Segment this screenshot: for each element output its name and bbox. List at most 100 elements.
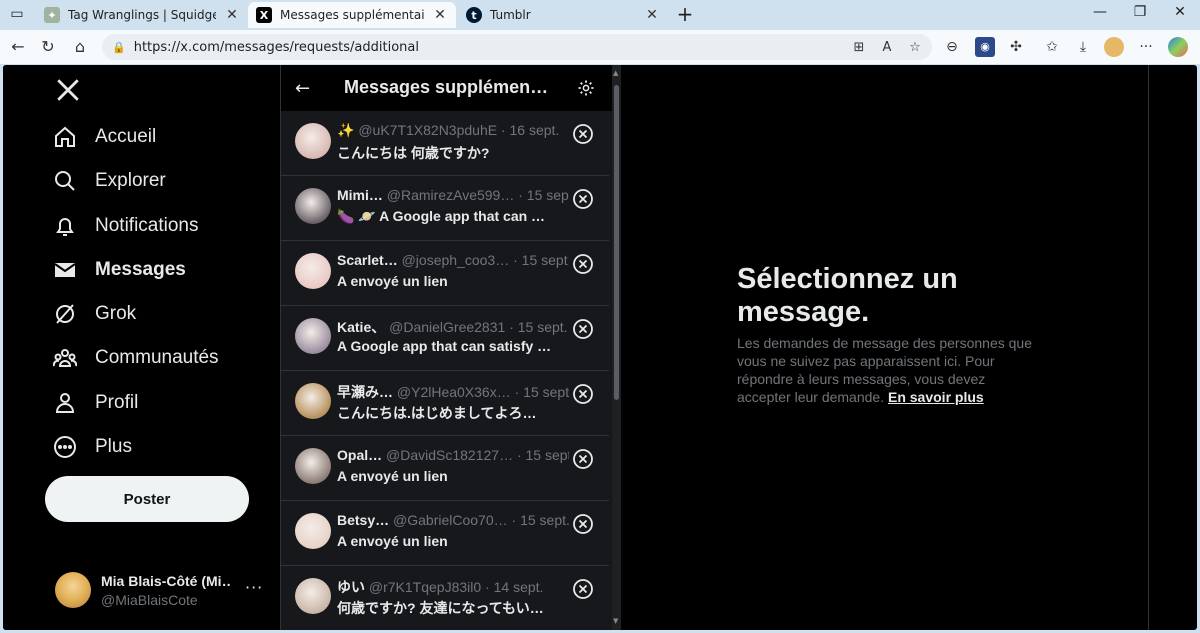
sidebar-item-grok[interactable]: Grok <box>53 302 136 326</box>
avatar[interactable] <box>295 448 331 484</box>
apps-icon[interactable]: ⊞ <box>850 40 868 55</box>
back-icon[interactable]: ← <box>8 37 28 57</box>
tab-actions-icon[interactable]: ▭ <box>2 6 32 22</box>
scrollbar[interactable]: ▲ ▼ <box>612 65 621 630</box>
avatar[interactable] <box>295 578 331 614</box>
extension-icon[interactable]: ◉ <box>975 37 995 57</box>
back-arrow-icon[interactable]: ← <box>295 78 310 99</box>
tab-messages[interactable]: X Messages supplémentaires / X ✕ <box>248 2 456 28</box>
address-bar: ← ↻ ⌂ 🔒 https://x.com/messages/requests/… <box>0 30 1200 64</box>
delete-request-icon[interactable] <box>572 253 594 275</box>
request-row[interactable]: Mimi… @RamirezAve599… · 15 sept. 🍆 🪐 A Go… <box>281 176 609 241</box>
message-preview: A envoyé un lien <box>337 533 448 549</box>
avatar[interactable] <box>295 383 331 419</box>
request-row[interactable]: ゆい @r7K1TqepJ83il0 · 14 sept. 何歳ですか? 友達にな… <box>281 566 609 630</box>
browser-tab-bar: ▭ ✦ Tag Wranglings | SquidgeWorld A ✕ X … <box>0 0 1200 30</box>
close-tab-icon[interactable]: ✕ <box>224 7 240 23</box>
avatar[interactable] <box>295 318 331 354</box>
avatar[interactable] <box>295 188 331 224</box>
sidebar-item-label: Explorer <box>95 170 166 191</box>
puzzle-icon[interactable]: ✣ <box>1006 37 1026 57</box>
tab-tumblr[interactable]: t Tumblr ✕ <box>458 2 668 28</box>
sidebar-item-more[interactable]: Plus <box>53 435 132 459</box>
scroll-down-icon[interactable]: ▼ <box>613 617 618 625</box>
avatar[interactable] <box>295 123 331 159</box>
new-tab-icon[interactable]: + <box>670 2 700 26</box>
search-icon <box>55 171 75 191</box>
sidebar-item-messages[interactable]: Messages <box>53 258 186 282</box>
sidebar-item-communities[interactable]: Communautés <box>53 346 219 370</box>
sidebar-item-explore[interactable]: Explorer <box>53 169 166 193</box>
delete-request-icon[interactable] <box>572 578 594 600</box>
avatar[interactable] <box>295 253 331 289</box>
refresh-icon[interactable]: ↻ <box>38 37 58 57</box>
download-icon[interactable]: ⤓ <box>1073 37 1093 57</box>
conversation-placeholder: Sélectionnez un message. Les demandes de… <box>622 65 1149 630</box>
close-tab-icon[interactable]: ✕ <box>644 7 660 23</box>
sender-handle: @r7K1TqepJ83il0 <box>368 579 482 595</box>
request-header: Katie、 @DanielGree2831 · 15 sept. <box>337 317 569 337</box>
sender-name: ✨ <box>337 122 355 138</box>
sidebar-item-label: Notifications <box>95 215 199 236</box>
more-icon[interactable]: ··· <box>245 578 263 597</box>
delete-request-icon[interactable] <box>572 318 594 340</box>
request-header: Mimi… @RamirezAve599… · 15 sept. <box>337 187 569 203</box>
request-row[interactable]: Scarlet… @joseph_coo3… · 15 sept. A envoy… <box>281 241 609 306</box>
account-switcher[interactable]: Mia Blais-Côté (Mi… @MiaBlaisCote ··· <box>55 572 275 612</box>
sidebar-item-label: Grok <box>95 303 137 324</box>
sender-name: 早瀬み… <box>337 384 393 400</box>
request-row[interactable]: Katie、 @DanielGree2831 · 15 sept. A Googl… <box>281 306 609 371</box>
message-preview: A envoyé un lien <box>337 273 448 289</box>
sidebar-item-home[interactable]: Accueil <box>53 125 156 149</box>
tab-title: Tag Wranglings | SquidgeWorld A <box>68 8 216 22</box>
request-row[interactable]: 早瀬み… @Y2lHea0X36x… · 15 sept. こんにちは.はじめまし… <box>281 371 609 436</box>
sidebar-item-label: Messages <box>95 259 186 280</box>
sidebar-item-notifications[interactable]: Notifications <box>53 214 199 238</box>
account-handle: @MiaBlaisCote <box>101 592 198 608</box>
avatar[interactable] <box>295 513 331 549</box>
message-preview: こんにちは.はじめましてよろ… <box>337 405 537 421</box>
message-preview: A Google app that can satisfy … <box>337 338 552 354</box>
sidebar-item-label: Profil <box>95 392 139 413</box>
request-row[interactable]: ✨ @uK7T1X82N3pduhE · 16 sept. こんにちは 何歳ですか… <box>281 111 609 176</box>
request-date: · 15 sept. <box>514 384 569 400</box>
request-date: · 15 sept. <box>518 187 569 203</box>
read-aloud-icon[interactable]: A <box>878 40 896 55</box>
tab-squidgeworld[interactable]: ✦ Tag Wranglings | SquidgeWorld A ✕ <box>36 2 248 28</box>
sidebar-item-profile[interactable]: Profil <box>53 391 138 415</box>
request-row[interactable]: Betsy… @GabrielCoo70… · 15 sept. A envoyé… <box>281 501 609 566</box>
close-window-icon[interactable]: ✕ <box>1165 4 1195 20</box>
zoom-icon[interactable]: ⊖ <box>942 37 962 57</box>
copilot-icon[interactable] <box>1168 37 1188 57</box>
favorite-icon[interactable]: ☆ <box>906 40 924 55</box>
profile-avatar[interactable] <box>1104 37 1124 57</box>
request-row[interactable]: Opal… @DavidSc182127… · 15 sept. A envoyé… <box>281 436 609 501</box>
request-date: · 15 sept. <box>511 512 569 528</box>
x-favicon-icon: X <box>256 7 272 23</box>
tab-title: Messages supplémentaires / X <box>280 8 424 22</box>
home-icon[interactable]: ⌂ <box>70 37 90 57</box>
menu-icon[interactable]: ··· <box>1136 37 1156 57</box>
sender-name: Scarlet… <box>337 252 398 268</box>
scrollbar-thumb[interactable] <box>614 85 619 400</box>
delete-request-icon[interactable] <box>572 383 594 405</box>
post-button[interactable]: Poster <box>45 476 249 522</box>
minimize-icon[interactable]: — <box>1085 4 1115 20</box>
close-tab-icon[interactable]: ✕ <box>432 7 448 23</box>
squidgeworld-favicon-icon: ✦ <box>44 7 60 23</box>
delete-request-icon[interactable] <box>572 513 594 535</box>
delete-request-icon[interactable] <box>572 448 594 470</box>
delete-request-icon[interactable] <box>572 123 594 145</box>
favorites-icon[interactable]: ✩ <box>1042 37 1062 57</box>
learn-more-link[interactable]: En savoir plus <box>888 389 984 405</box>
url-input[interactable]: 🔒 https://x.com/messages/requests/additi… <box>102 34 932 60</box>
x-logo-icon[interactable] <box>55 77 81 103</box>
delete-request-icon[interactable] <box>572 188 594 210</box>
message-preview: こんにちは 何歳ですか? <box>337 145 490 161</box>
restore-icon[interactable]: ❐ <box>1125 4 1155 20</box>
gear-icon[interactable] <box>577 79 595 97</box>
scroll-up-icon[interactable]: ▲ <box>613 69 618 77</box>
sender-name: Mimi… <box>337 187 383 203</box>
communities-icon <box>53 349 77 367</box>
sender-handle: @joseph_coo3… <box>401 252 510 268</box>
